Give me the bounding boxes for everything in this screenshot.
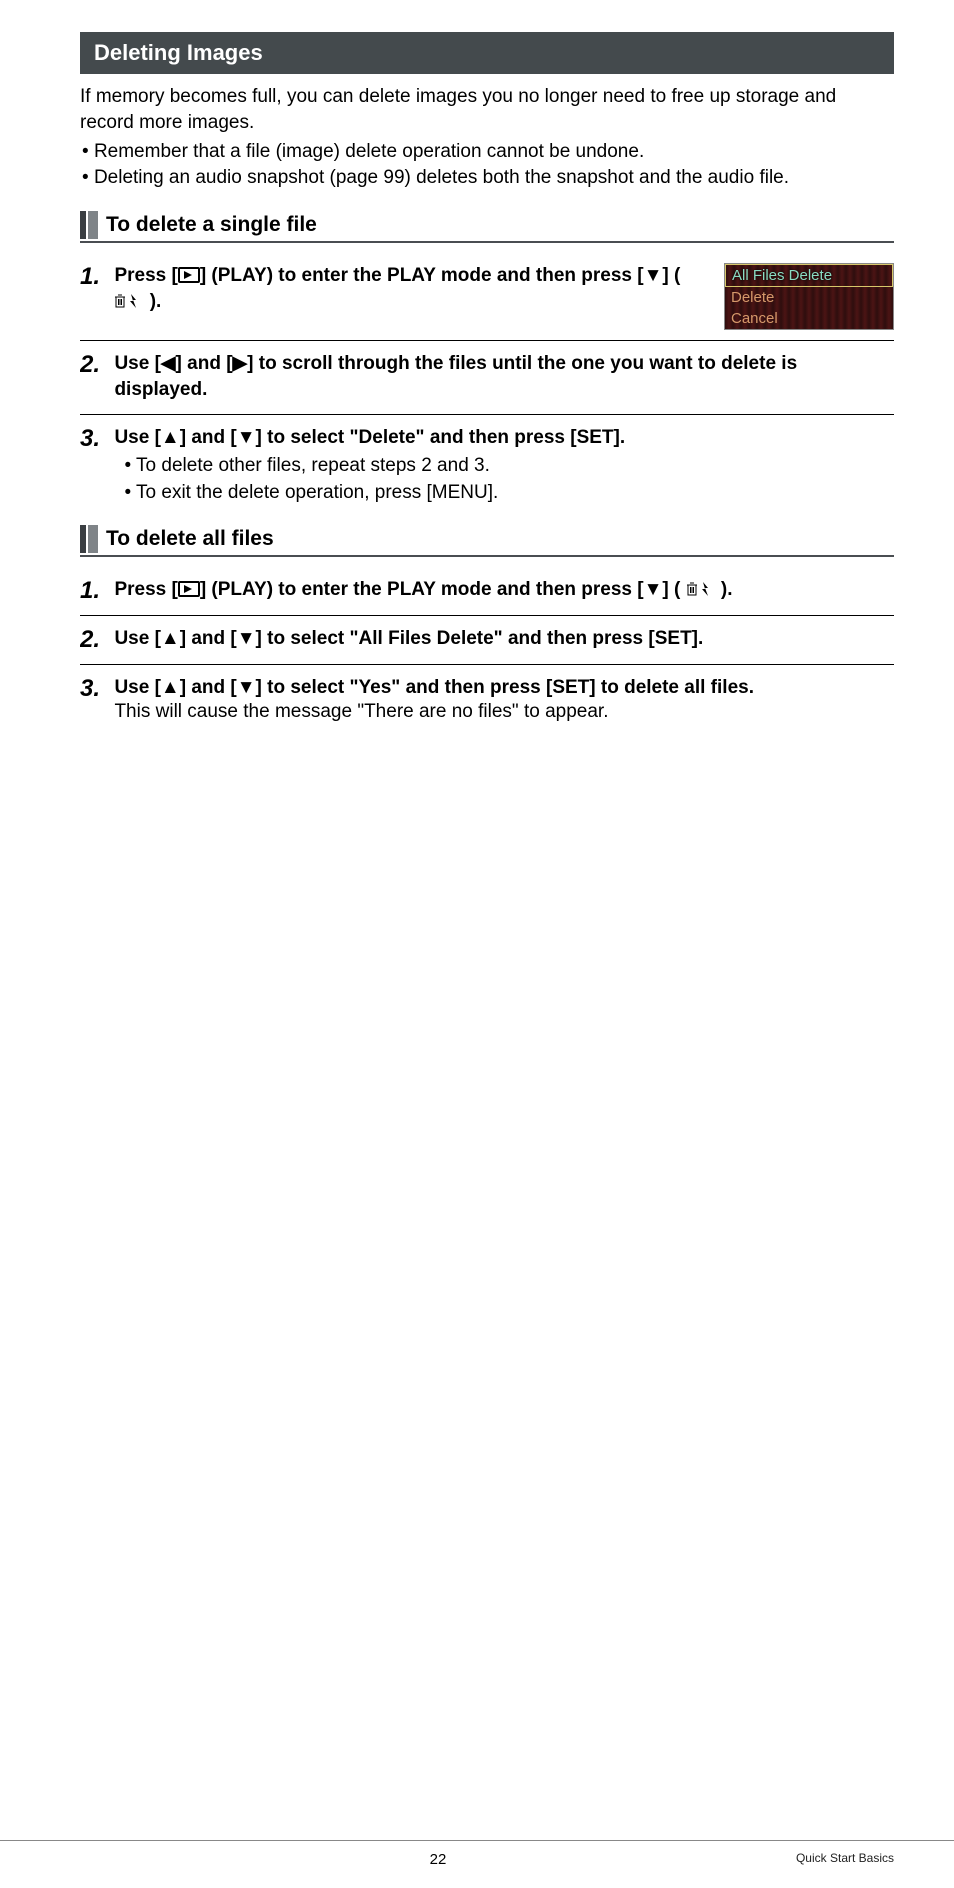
intro-paragraph: If memory becomes full, you can delete i… (80, 84, 894, 135)
text-segment: ] to select "Delete" and then press [SET… (256, 427, 626, 448)
text-segment: Press [ (114, 579, 177, 600)
text-segment: ] to select "Yes" and then press [SET] t… (256, 677, 754, 698)
text-segment: Use [ (114, 427, 160, 448)
trash-flash-icon (114, 292, 144, 310)
screenshot-menu: All Files Delete Delete Cancel (724, 263, 894, 330)
text-segment: ] (PLAY) to enter the PLAY mode and then… (200, 579, 644, 600)
step-text: Use [▲] and [▼] to select "Delete" and t… (114, 427, 625, 448)
step-text: Use [▲] and [▼] to select "Yes" and then… (114, 677, 754, 698)
down-arrow-icon: ▼ (237, 677, 256, 698)
accent-icon (88, 525, 98, 553)
trash-flash-icon (686, 580, 716, 598)
top-notes-list: • Remember that a file (image) delete op… (80, 139, 894, 190)
play-icon (178, 267, 200, 283)
list-item-text: To delete other files, repeat steps 2 an… (136, 455, 490, 476)
section-heading: Deleting Images (80, 32, 894, 74)
text-segment: ] (PLAY) to enter the PLAY mode and then… (200, 265, 644, 286)
breadcrumb: Quick Start Basics (796, 1851, 894, 1868)
step-subtext: This will cause the message "There are n… (114, 701, 888, 723)
list-item: • To delete other files, repeat steps 2 … (124, 453, 888, 480)
list-item: • Deleting an audio snapshot (page 99) d… (82, 165, 894, 191)
subheading-single: To delete a single file (80, 211, 894, 243)
list-item: • To exit the delete operation, press [M… (124, 480, 888, 507)
step-number: 2. (80, 626, 110, 654)
accent-icon (80, 211, 86, 239)
menu-item: All Files Delete (725, 264, 893, 287)
step-text: Use [▲] and [▼] to select "All Files Del… (114, 628, 703, 649)
manual-page: Deleting Images If memory becomes full, … (0, 0, 954, 1300)
step-2: 2. Use [▲] and [▼] to select "All Files … (80, 616, 894, 665)
down-arrow-icon: ▼ (644, 265, 663, 286)
step-number: 1. (80, 577, 110, 605)
step-3: 3. Use [▲] and [▼] to select "Delete" an… (80, 415, 894, 517)
list-item-text: Remember that a file (image) delete oper… (94, 141, 644, 162)
subheading-label: To delete all files (106, 525, 274, 553)
accent-icon (80, 525, 86, 553)
text-segment: ] and [ (180, 427, 237, 448)
text-segment: ] and [ (180, 628, 237, 649)
text-segment: Use [ (114, 628, 160, 649)
text-segment: ] ( (662, 579, 685, 600)
step-number: 3. (80, 675, 110, 703)
text-segment: Use [ (114, 677, 160, 698)
list-item-text: Deleting an audio snapshot (page 99) del… (94, 167, 789, 188)
menu-item: Delete (725, 287, 893, 308)
step-number: 3. (80, 425, 110, 453)
list-item: • Remember that a file (image) delete op… (82, 139, 894, 165)
up-arrow-icon: ▲ (161, 677, 180, 698)
text-segment: Use [ (114, 353, 160, 374)
step-text: Use [◀] and [▶] to scroll through the fi… (114, 353, 797, 401)
steps-all: 1. Press [ ] (PLAY) to enter the PLAY mod… (80, 567, 894, 734)
text-segment: ] and [ (180, 677, 237, 698)
steps-single: All Files Delete Delete Cancel 1. Press … (80, 253, 894, 517)
text-segment: ] ( (662, 265, 680, 286)
play-icon (178, 581, 200, 597)
menu-item: Cancel (725, 308, 893, 329)
subheading-all: To delete all files (80, 525, 894, 557)
step-3: 3. Use [▲] and [▼] to select "Yes" and t… (80, 665, 894, 734)
step-number: 1. (80, 263, 110, 291)
text-segment: ] to select "All Files Delete" and then … (256, 628, 704, 649)
up-arrow-icon: ▲ (161, 628, 180, 649)
down-arrow-icon: ▼ (237, 427, 256, 448)
list-item-text: To exit the delete operation, press [MEN… (136, 482, 498, 503)
text-segment: ). (716, 579, 733, 600)
right-arrow-icon: ▶ (233, 353, 248, 374)
step-subnotes: • To delete other files, repeat steps 2 … (124, 453, 888, 506)
step-1: 1. Press [ ] (PLAY) to enter the PLAY mod… (80, 567, 894, 616)
text-segment: ). (144, 291, 161, 312)
page-number: 22 (430, 1851, 447, 1868)
accent-icon (88, 211, 98, 239)
text-segment: ] and [ (176, 353, 233, 374)
text-segment: Press [ (114, 265, 177, 286)
up-arrow-icon: ▲ (161, 427, 180, 448)
down-arrow-icon: ▼ (644, 579, 663, 600)
step-1: All Files Delete Delete Cancel 1. Press … (80, 253, 894, 341)
step-2: 2. Use [◀] and [▶] to scroll through the… (80, 341, 894, 415)
left-arrow-icon: ◀ (161, 353, 176, 374)
page-footer: 22 Quick Start Basics (80, 1841, 954, 1888)
subheading-label: To delete a single file (106, 211, 317, 239)
step-text: Press [ ] (PLAY) to enter the PLAY mode a… (114, 579, 732, 600)
down-arrow-icon: ▼ (237, 628, 256, 649)
step-number: 2. (80, 351, 110, 379)
step-text: Press [ ] (PLAY) to enter the PLAY mode a… (114, 265, 680, 313)
